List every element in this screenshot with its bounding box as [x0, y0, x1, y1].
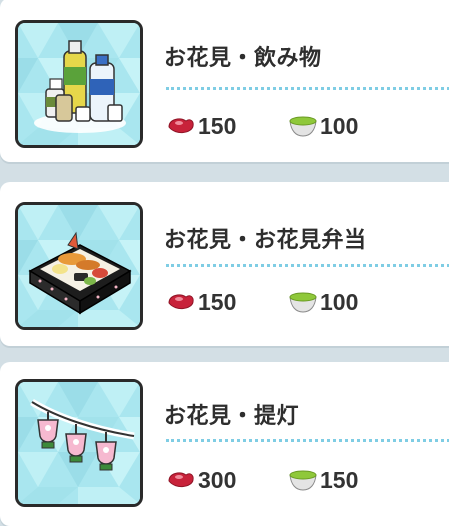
divider: [166, 439, 449, 442]
bento-box-icon: [28, 231, 132, 315]
cost-value: 150: [198, 112, 237, 139]
divider: [166, 87, 449, 90]
divider: [166, 264, 449, 267]
item-thumbnail: [15, 20, 143, 148]
lanterns-icon: [30, 399, 135, 471]
item-thumbnail: [15, 379, 143, 507]
red-bean-icon: [168, 118, 194, 133]
cost-red-bean: 150: [166, 289, 236, 315]
green-tea-icon: [289, 292, 317, 313]
list-item[interactable]: お花見・飲み物 150 100: [0, 0, 449, 162]
list-item[interactable]: お花見・お花見弁当 150 100: [0, 182, 449, 346]
green-tea-icon: [289, 470, 317, 491]
item-title: お花見・お花見弁当: [164, 228, 367, 253]
item-list: お花見・飲み物 150 100 お花見・お花見弁当 150 100 お花見・提灯…: [0, 0, 449, 526]
item-thumbnail: [15, 202, 143, 330]
cost-green-tea: 100: [288, 289, 358, 315]
item-title: お花見・提灯: [164, 404, 300, 429]
cost-value: 100: [320, 112, 359, 139]
cost-value: 100: [320, 288, 359, 315]
cost-value: 150: [320, 466, 359, 493]
green-tea-icon: [289, 116, 317, 137]
cost-value: 300: [198, 466, 237, 493]
cost-value: 150: [198, 288, 237, 315]
cost-green-tea: 150: [288, 467, 358, 493]
list-item[interactable]: お花見・提灯 300 150: [0, 362, 449, 526]
drinks-bottles-icon: [34, 40, 126, 133]
item-title: お花見・飲み物: [164, 46, 322, 71]
cost-red-bean: 150: [166, 113, 236, 139]
red-bean-icon: [168, 472, 194, 487]
cost-green-tea: 100: [288, 113, 358, 139]
cost-red-bean: 300: [166, 467, 236, 493]
red-bean-icon: [168, 294, 194, 309]
